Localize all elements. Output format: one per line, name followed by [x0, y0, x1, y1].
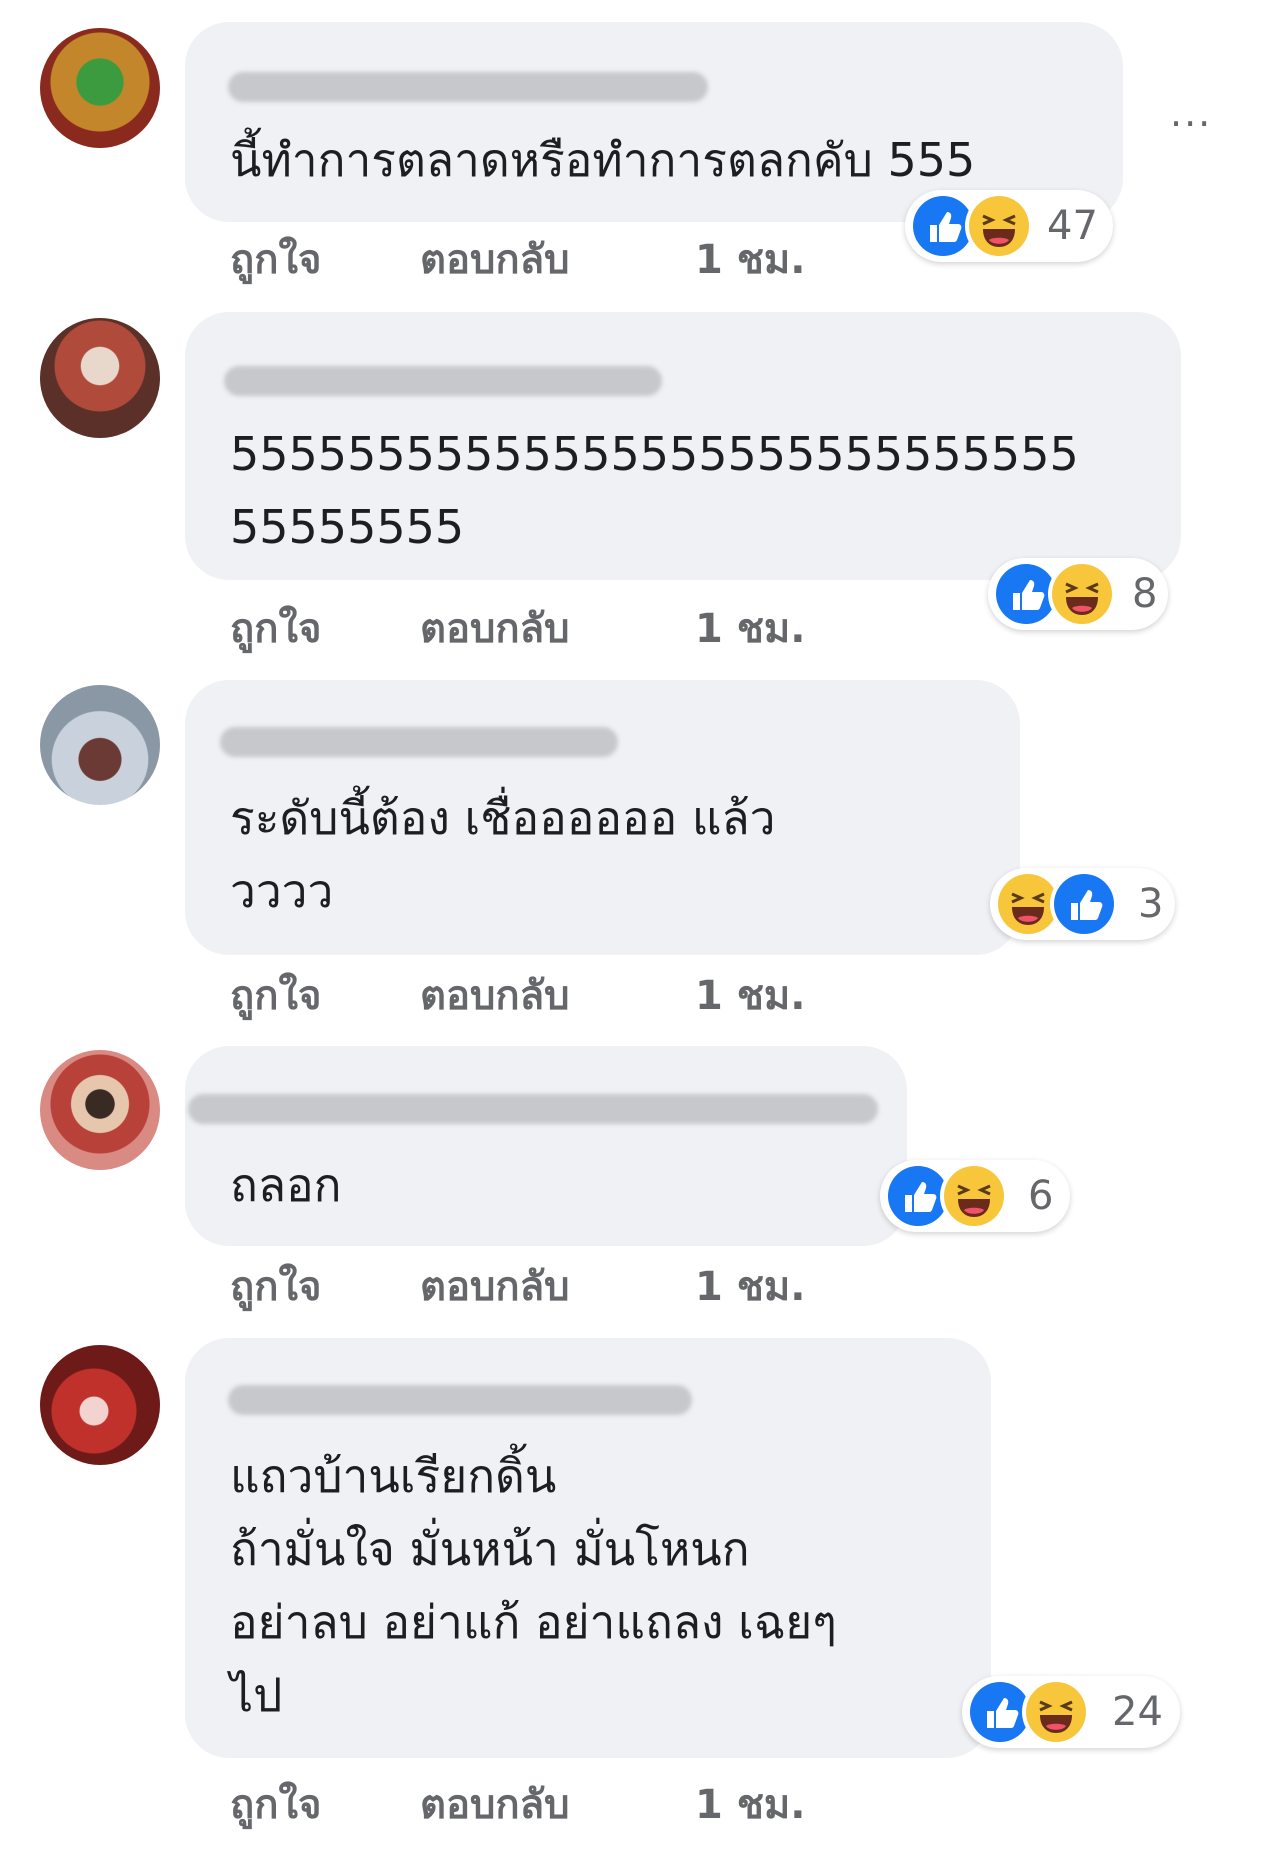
reaction-count: 8: [1132, 571, 1158, 617]
timestamp[interactable]: 1 ชม.: [695, 1780, 805, 1830]
haha-icon: [969, 196, 1029, 256]
redacted-author-name: [228, 1385, 692, 1415]
like-icon: [913, 196, 973, 256]
haha-icon: [998, 874, 1058, 934]
like-button[interactable]: ถูกใจ: [230, 1262, 321, 1312]
like-icon: [996, 564, 1056, 624]
timestamp[interactable]: 1 ชม.: [695, 604, 805, 654]
redacted-author-name: [188, 1094, 878, 1124]
like-button[interactable]: ถูกใจ: [230, 604, 321, 654]
comment-text: 55555555555555555555555555555 55555555: [230, 427, 1079, 554]
timestamp[interactable]: 1 ชม.: [695, 1262, 805, 1312]
reply-button[interactable]: ตอบกลับ: [420, 971, 570, 1021]
comment-text: นี้ทำการตลาดหรือทำการตลกคับ 555: [230, 133, 976, 187]
reaction-summary[interactable]: 3: [990, 868, 1175, 940]
reply-button[interactable]: ตอบกลับ: [420, 1780, 570, 1830]
redacted-author-name: [220, 727, 618, 757]
like-button[interactable]: ถูกใจ: [230, 235, 321, 285]
reaction-count: 6: [1028, 1173, 1054, 1219]
avatar[interactable]: [40, 1345, 160, 1465]
comment-text: ระดับนี้ต้อง เชื่ออออออ แล้ว วววว: [230, 791, 776, 918]
avatar[interactable]: [40, 685, 160, 805]
timestamp[interactable]: 1 ชม.: [695, 971, 805, 1021]
like-icon: [1054, 874, 1114, 934]
like-button[interactable]: ถูกใจ: [230, 971, 321, 1021]
like-icon: [970, 1682, 1030, 1742]
reaction-count: 3: [1138, 881, 1164, 927]
reaction-count: 47: [1047, 203, 1098, 249]
comment-text: แถวบ้านเรียกดิ้น ถ้ามั่นใจ มั่นหน้า มั่น…: [230, 1449, 837, 1722]
comment-text: ถลอก: [230, 1158, 342, 1212]
reply-button[interactable]: ตอบกลับ: [420, 604, 570, 654]
more-options-icon[interactable]: ···: [1170, 104, 1212, 144]
reaction-summary[interactable]: 6: [880, 1160, 1070, 1232]
haha-icon: [1052, 564, 1112, 624]
avatar[interactable]: [40, 318, 160, 438]
haha-icon: [1026, 1682, 1086, 1742]
haha-icon: [944, 1166, 1004, 1226]
avatar[interactable]: [40, 1050, 160, 1170]
redacted-author-name: [224, 366, 662, 396]
like-button[interactable]: ถูกใจ: [230, 1780, 321, 1830]
timestamp[interactable]: 1 ชม.: [695, 235, 805, 285]
redacted-author-name: [228, 72, 708, 102]
reaction-summary[interactable]: 24: [962, 1676, 1180, 1748]
like-icon: [888, 1166, 948, 1226]
reply-button[interactable]: ตอบกลับ: [420, 235, 570, 285]
reaction-count: 24: [1112, 1689, 1163, 1735]
reaction-summary[interactable]: 8: [988, 558, 1168, 630]
reaction-summary[interactable]: 47: [905, 190, 1113, 262]
avatar[interactable]: [40, 28, 160, 148]
reply-button[interactable]: ตอบกลับ: [420, 1262, 570, 1312]
